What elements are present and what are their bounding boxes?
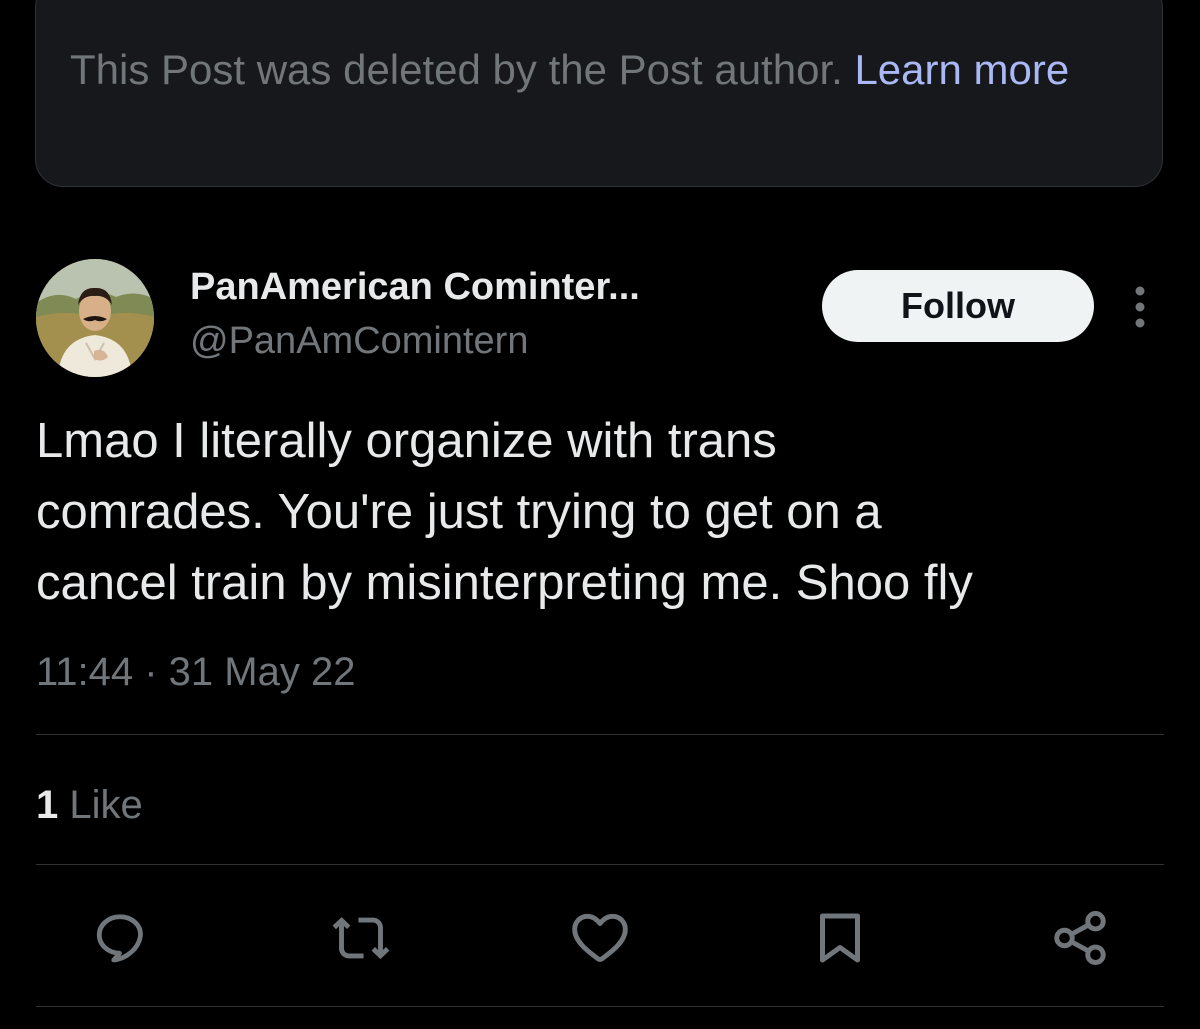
like-button[interactable] <box>568 906 632 970</box>
deleted-post-notice: This Post was deleted by the Post author… <box>35 0 1163 187</box>
repost-icon <box>332 917 390 960</box>
like-label: Like <box>69 783 143 827</box>
likes-summary[interactable]: 1 Like <box>36 778 143 832</box>
share-button[interactable] <box>1048 906 1112 970</box>
bookmark-icon <box>820 913 860 963</box>
learn-more-link[interactable]: Learn more <box>854 46 1069 93</box>
divider <box>36 1006 1164 1007</box>
heart-icon <box>572 913 628 962</box>
post-text-line: cancel train by misinterpreting me. Shoo… <box>36 556 973 610</box>
like-count: 1 <box>36 783 59 827</box>
post-text-line: Lmao I literally organize with trans <box>36 414 777 468</box>
repost-button[interactable] <box>329 906 393 970</box>
post-timestamp[interactable]: 11:44 · 31 May 22 <box>36 645 355 699</box>
post-body: Lmao I literally organize with trans com… <box>36 406 1166 619</box>
reply-icon <box>96 914 143 963</box>
share-icon <box>1054 911 1106 965</box>
reply-button[interactable] <box>88 906 152 970</box>
divider <box>36 864 1164 865</box>
divider <box>36 734 1164 735</box>
post-text-line: comrades. You're just trying to get on a <box>36 485 882 539</box>
avatar-portrait-icon <box>36 259 154 377</box>
author-handle[interactable]: @PanAmComintern <box>190 316 528 366</box>
author-display-name[interactable]: PanAmerican Cominter... <box>190 262 640 312</box>
bookmark-button[interactable] <box>808 906 872 970</box>
deleted-notice-text: This Post was deleted by the Post author… <box>70 46 843 93</box>
follow-button[interactable]: Follow <box>822 270 1094 342</box>
avatar[interactable] <box>36 259 154 377</box>
more-options-icon[interactable] <box>1120 283 1160 331</box>
